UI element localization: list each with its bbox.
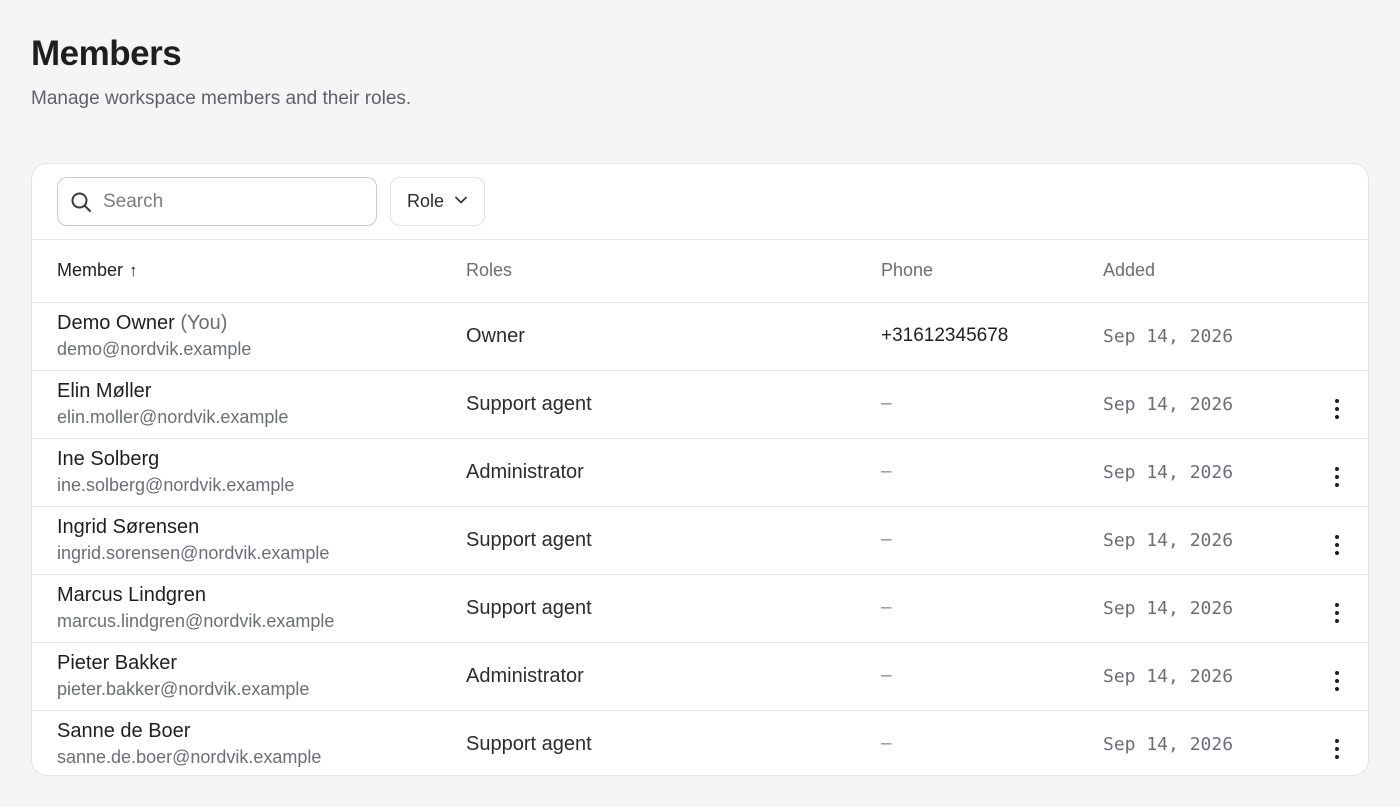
member-name: Sanne de Boer: [57, 720, 191, 743]
member-cell: Elin Møller elin.moller@nordvik.example: [32, 370, 466, 438]
member-name: Elin Møller: [57, 380, 152, 402]
member-phone: –: [881, 529, 892, 550]
member-phone: +31612345678: [881, 325, 1009, 346]
search-icon: [70, 191, 92, 213]
member-name-line: Pieter Bakker: [57, 651, 466, 675]
toolbar: Role: [32, 164, 1368, 240]
member-name-line: Ingrid Sørensen: [57, 515, 466, 539]
member-phone: –: [881, 665, 892, 686]
member-phone: –: [881, 597, 892, 618]
member-actions-cell: [1303, 642, 1368, 710]
member-phone: –: [881, 461, 892, 482]
member-actions-cell: [1303, 574, 1368, 642]
more-vertical-icon[interactable]: [1327, 531, 1347, 559]
member-actions-cell: [1303, 506, 1368, 574]
more-vertical-icon[interactable]: [1327, 599, 1347, 627]
member-email: sanne.de.boer@nordvik.example: [57, 747, 322, 768]
member-name-line: Demo Owner (You): [57, 311, 466, 335]
member-email: ingrid.sorensen@nordvik.example: [57, 543, 330, 563]
table-row: Marcus Lindgren marcus.lindgren@nordvik.…: [32, 574, 1368, 642]
member-name: Marcus Lindgren: [57, 584, 206, 606]
member-email: elin.moller@nordvik.example: [57, 407, 289, 427]
members-table: Member ↑ Roles Phone Added Demo Owner (Yo…: [32, 240, 1368, 775]
member-added-date: Sep 14, 2026: [1103, 393, 1234, 415]
member-role: Support agent: [466, 392, 592, 415]
column-header-roles: Roles: [466, 240, 881, 303]
column-header-added: Added: [1103, 240, 1303, 303]
role-filter-button[interactable]: Role: [390, 177, 486, 226]
member-role: Support agent: [466, 732, 592, 755]
member-role: Owner: [466, 324, 525, 347]
table-row: Demo Owner (You) demo@nordvik.example Ow…: [32, 302, 1368, 370]
member-added-date: Sep 14, 2026: [1103, 461, 1234, 483]
page-subtitle: Manage workspace members and their roles…: [31, 88, 412, 109]
more-vertical-icon[interactable]: [1327, 463, 1347, 491]
member-added-date: Sep 14, 2026: [1103, 529, 1234, 551]
member-added-date: Sep 14, 2026: [1103, 597, 1234, 619]
member-name: Ine Solberg: [57, 448, 160, 470]
member-email: demo@nordvik.example: [57, 339, 252, 359]
member-name-line: Elin Møller: [57, 379, 466, 403]
page-title: Members: [31, 34, 182, 73]
member-phone: –: [881, 393, 892, 414]
more-vertical-icon[interactable]: [1327, 395, 1347, 423]
member-name-line: Ine Solberg: [57, 447, 466, 471]
member-name: Demo Owner: [57, 312, 175, 334]
member-role: Support agent: [466, 596, 592, 619]
member-email: ine.solberg@nordvik.example: [57, 475, 295, 495]
sort-ascending-icon: ↑: [129, 261, 138, 281]
member-name-line: Sanne de Boer: [57, 719, 466, 743]
member-name: Pieter Bakker: [57, 652, 178, 674]
member-actions-cell: [1303, 302, 1368, 370]
member-role: Support agent: [466, 528, 592, 551]
members-card: Role Member↑ Roles Phone Added: [31, 163, 1369, 776]
search-input[interactable]: [103, 190, 353, 213]
member-cell: Ine Solberg ine.solberg@nordvik.example: [32, 438, 466, 506]
column-header-member[interactable]: Member ↑: [32, 240, 466, 303]
member-added-date: Sep 14, 2026: [1103, 325, 1234, 347]
table-row: Pieter Bakker pieter.bakker@nordvik.exam…: [32, 642, 1368, 710]
column-header-actions: [1303, 240, 1368, 303]
member-cell: Demo Owner (You) demo@nordvik.example: [32, 302, 466, 370]
column-header-phone: Phone: [881, 240, 1103, 303]
role-filter-label: Role: [407, 191, 445, 211]
member-you-tag: (You): [180, 312, 228, 334]
member-cell: Marcus Lindgren marcus.lindgren@nordvik.…: [32, 574, 466, 642]
chevron-down-icon: [454, 191, 468, 212]
member-actions-cell: [1303, 438, 1368, 506]
table-row: Sanne de Boer sanne.de.boer@nordvik.exam…: [32, 710, 1368, 775]
column-header-member-label: Member: [57, 260, 124, 281]
table-header-row: Member ↑ Roles Phone Added: [32, 240, 1368, 303]
member-actions-cell: [1303, 370, 1368, 438]
member-added-date: Sep 14, 2026: [1103, 733, 1234, 755]
member-email: pieter.bakker@nordvik.example: [57, 679, 310, 699]
more-vertical-icon[interactable]: [1327, 735, 1347, 763]
member-role: Administrator: [466, 460, 584, 483]
member-phone: –: [881, 733, 892, 755]
member-role: Administrator: [466, 664, 584, 687]
table-row: Ingrid Sørensen ingrid.sorensen@nordvik.…: [32, 506, 1368, 574]
member-email: marcus.lindgren@nordvik.example: [57, 611, 335, 631]
more-vertical-icon[interactable]: [1327, 667, 1347, 695]
member-cell: Ingrid Sørensen ingrid.sorensen@nordvik.…: [32, 506, 466, 574]
table-row: Elin Møller elin.moller@nordvik.example …: [32, 370, 1368, 438]
member-added-date: Sep 14, 2026: [1103, 665, 1234, 687]
search-field[interactable]: [57, 177, 377, 226]
member-cell: Sanne de Boer sanne.de.boer@nordvik.exam…: [32, 710, 466, 775]
member-name-line: Marcus Lindgren: [57, 583, 466, 607]
member-name: Ingrid Sørensen: [57, 516, 200, 538]
member-actions-cell: [1303, 710, 1368, 775]
table-row: Ine Solberg ine.solberg@nordvik.example …: [32, 438, 1368, 506]
member-cell: Pieter Bakker pieter.bakker@nordvik.exam…: [32, 642, 466, 710]
